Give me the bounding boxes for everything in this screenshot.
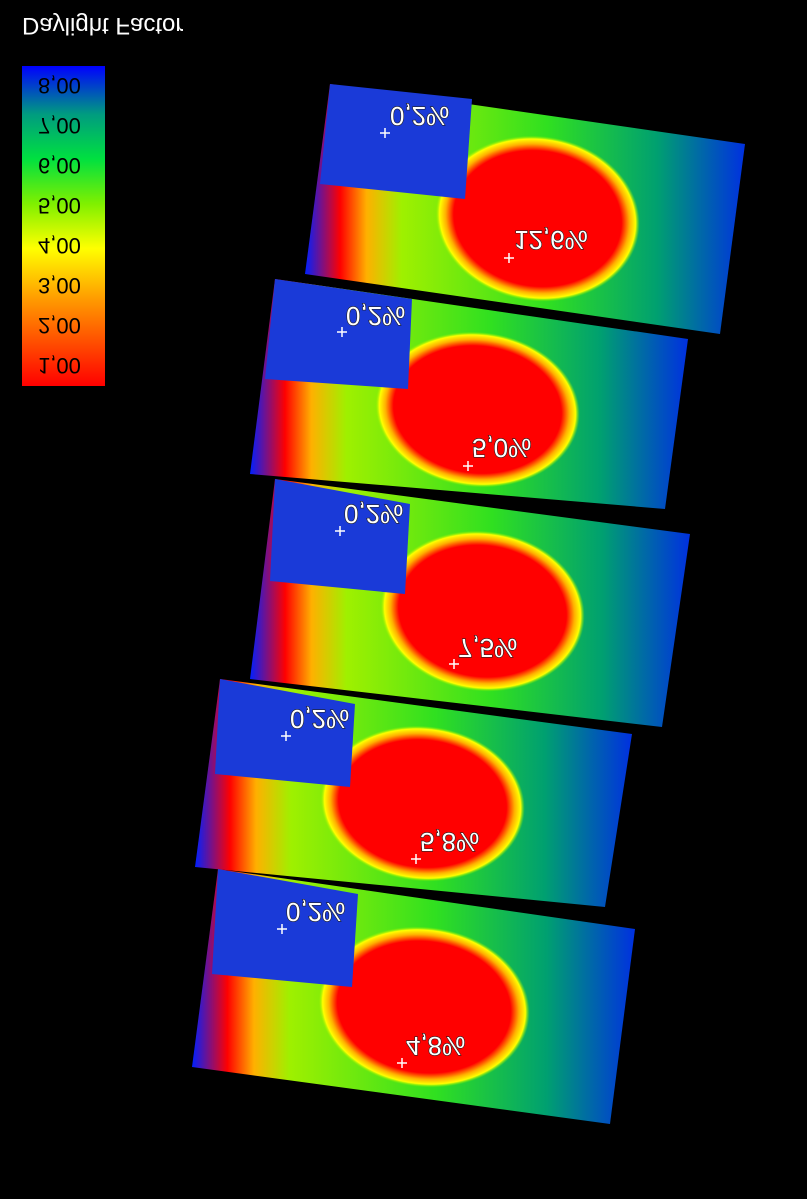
legend-tick-6: 6,00 bbox=[38, 153, 81, 178]
floor-4-corridor-label: 0,2% bbox=[290, 704, 349, 734]
floor-2-corridor bbox=[265, 279, 412, 389]
legend-tick-8: 8,00 bbox=[38, 73, 81, 98]
legend-title: Daylight Factor bbox=[22, 12, 183, 39]
legend-tick-2: 2,00 bbox=[38, 313, 81, 338]
legend-tick-4: 4,00 bbox=[38, 233, 81, 258]
floor-5-corridor-label: 0,2% bbox=[286, 897, 345, 927]
floor-3-corridor-label: 0,2% bbox=[344, 499, 403, 529]
legend-tick-3: 3,00 bbox=[38, 273, 81, 298]
floor-2-corridor-label: 0,2% bbox=[346, 301, 405, 331]
floor-3: 7,5% 0,2% bbox=[250, 479, 690, 727]
floor-4-main-label: 5,8% bbox=[420, 827, 479, 857]
legend-tick-5: 5,00 bbox=[38, 193, 81, 218]
legend: 1,00 2,00 3,00 4,00 5,00 6,00 7,00 8,00 … bbox=[22, 12, 183, 386]
legend-tick-7: 7,00 bbox=[38, 113, 81, 138]
legend-tick-1: 1,00 bbox=[38, 353, 81, 378]
floor-5: 4,8% 0,2% bbox=[192, 869, 635, 1124]
floor-3-main-label: 7,5% bbox=[458, 633, 517, 663]
floor-2-main-label: 5,0% bbox=[472, 433, 531, 463]
floor-1-main-label: 12,6% bbox=[514, 225, 588, 255]
floor-5-main-label: 4,8% bbox=[406, 1031, 465, 1061]
floor-1-corridor-label: 0,2% bbox=[390, 101, 449, 131]
daylight-factor-plan: 12,6% 0,2% 5,0% 0,2% 7,5% 0,2% 5,8% 0,2%… bbox=[22, 12, 745, 1124]
floor-stack: 12,6% 0,2% 5,0% 0,2% 7,5% 0,2% 5,8% 0,2%… bbox=[192, 84, 745, 1124]
